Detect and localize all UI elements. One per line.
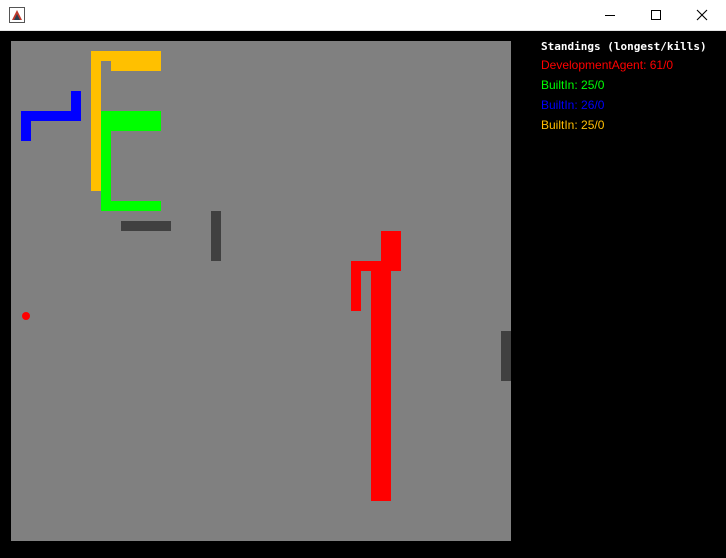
red-snake-segment [371, 261, 391, 501]
blue-snake-segment [21, 111, 31, 141]
apple [22, 312, 30, 320]
standing-row-1: BuiltIn: 25/0 [541, 78, 605, 92]
standings-panel: Standings (longest/kills) DevelopmentAge… [541, 39, 707, 135]
game-board [11, 41, 511, 541]
standing-row-3: BuiltIn: 25/0 [541, 118, 605, 132]
close-icon [696, 9, 708, 21]
blue-snake-head [71, 91, 81, 111]
yellow-snake-segment [91, 51, 161, 61]
red-snake-segment [351, 261, 361, 311]
minimize-icon [605, 15, 615, 16]
standing-row-0: DevelopmentAgent: 61/0 [541, 58, 674, 72]
wall-obstacle [501, 331, 511, 381]
wall-obstacle [121, 221, 171, 231]
maximize-button[interactable] [633, 0, 679, 30]
yellow-snake-head [111, 61, 161, 71]
maximize-icon [651, 10, 661, 20]
close-button[interactable] [679, 0, 725, 30]
yellow-snake-segment [91, 51, 101, 191]
java-app-icon [9, 7, 25, 23]
minimize-button[interactable] [587, 0, 633, 30]
game-panel: Standings (longest/kills) DevelopmentAge… [0, 31, 726, 558]
green-snake-head [101, 201, 161, 211]
standings-title: Standings (longest/kills) [541, 40, 707, 53]
title-bar [0, 0, 726, 31]
wall-obstacle [211, 211, 221, 261]
green-snake-segment [101, 111, 111, 211]
standing-row-2: BuiltIn: 26/0 [541, 98, 605, 112]
